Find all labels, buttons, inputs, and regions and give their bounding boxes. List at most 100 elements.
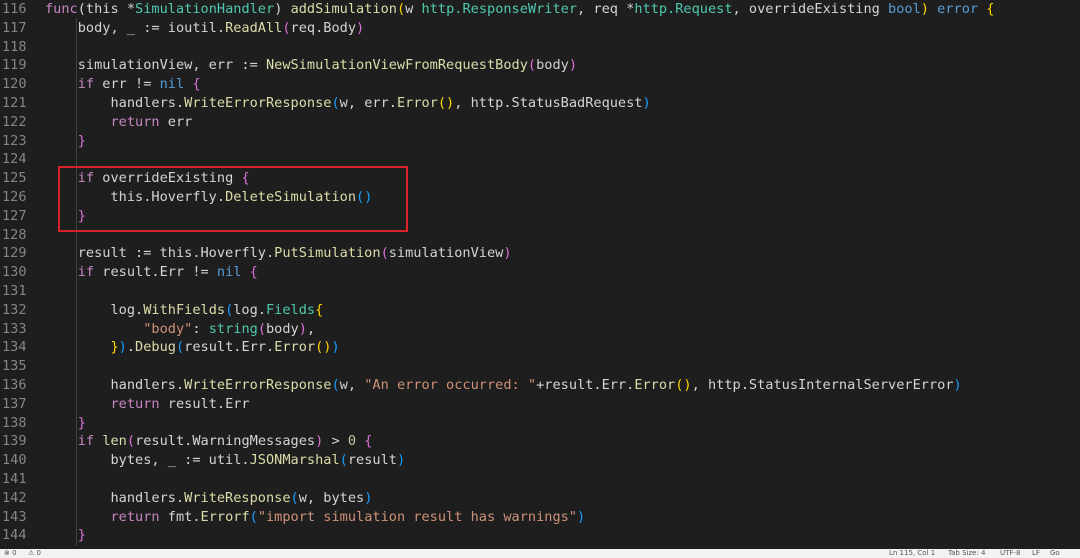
code-token: ) [298,320,307,337]
code-token: log. [233,301,266,318]
code-editor[interactable]: 144 } 143 return fmt.Errorf("import simul… [0,0,1080,549]
status-bar: ⊗ 0 ⚠ 0 Ln 115, Col 1 Tab Size: 4 UTF-8 … [0,549,1080,558]
code-token: ( [380,245,389,262]
code-line[interactable]: 122 return err [0,113,1080,132]
code-token: result.Err. [184,339,275,356]
line-number: 120 [2,76,27,93]
code-line[interactable]: 119 simulationView, err := NewSimulation… [0,56,1080,75]
code-token: http.Request [634,1,733,17]
code-line[interactable]: 117 body, _ := ioutil.ReadAll(req.Body) [0,19,1080,38]
code-line[interactable]: 135 [0,357,1080,376]
code-token: WriteResponse [184,489,291,506]
code-token: ( [175,339,185,356]
code-line[interactable]: 137 return result.Err [0,395,1080,414]
code-line[interactable]: 139 if len(result.WarningMessages) > 0 { [0,432,1080,451]
code-line[interactable]: 121 handlers.WriteErrorResponse(w, err.E… [0,94,1080,113]
code-line[interactable]: 131 [0,282,1080,301]
code-token: result.Err [159,395,250,412]
code-token: ) [568,57,578,74]
code-token: ) [331,339,340,356]
code-line[interactable]: 142 handlers.WriteResponse(w, bytes) [0,489,1080,508]
code-token: ( [257,320,266,337]
code-token: WithFields [143,301,226,318]
code-line[interactable]: 143 return fmt.Errorf("import simulation… [0,508,1080,527]
line-code: return fmt.Errorf("import simulation res… [45,508,585,527]
line-code: } [45,132,86,151]
cursor-position[interactable]: Ln 115, Col 1 [889,549,935,558]
code-token: 0 [347,433,357,450]
language-mode[interactable]: Go [1050,549,1060,558]
line-number: 125 [2,170,27,187]
code-token: Error [396,95,438,111]
code-token: handlers. [45,377,185,393]
code-token: ( [249,508,258,525]
code-line[interactable]: 118 [0,38,1080,57]
code-line[interactable]: 130 if result.Err != nil { [0,263,1080,282]
code-token: nil [216,264,242,281]
line-number: 122 [2,113,27,130]
code-token: result := this.Hoverfly. [45,245,275,262]
code-token: Error [634,377,676,393]
code-line[interactable]: 140 bytes, _ := util.JSONMarshal(result) [0,451,1080,470]
code-token: err [159,113,193,130]
line-code: simulationView, err := NewSimulationView… [45,56,577,75]
errors-count[interactable]: ⊗ 0 [4,549,17,558]
indent-guide [76,18,77,546]
code-line[interactable]: 141 [0,470,1080,489]
line-number: 136 [2,377,27,393]
code-token: { [986,1,995,17]
line-number: 137 [2,395,27,412]
code-line[interactable]: 144 } [0,526,1080,545]
code-token: w [405,1,422,17]
code-token: ) [364,489,373,506]
warnings-count[interactable]: ⚠ 0 [28,549,41,558]
code-line[interactable]: 133 "body": string(body), [0,320,1080,339]
code-token: Error [274,339,316,356]
code-token: ( [282,19,291,36]
code-token: } [77,414,86,431]
line-number: 126 [2,189,27,205]
eol[interactable]: LF [1032,549,1040,558]
code-token: req.Body [290,19,357,36]
line-code: body, _ := ioutil.ReadAll(req.Body) [45,19,364,38]
code-line[interactable]: 134 }).Debug(result.Err.Error()) [0,338,1080,357]
code-token: w, err. [339,95,397,111]
code-line[interactable]: 129 result := this.Hoverfly.PutSimulatio… [0,244,1080,263]
code-token: , http.StatusBadRequest [454,95,643,111]
code-line[interactable]: 132 log.WithFields(log.Fields{ [0,301,1080,320]
line-number: 142 [2,489,27,506]
line-code: func(this *SimulationHandler) addSimulat… [45,0,994,19]
code-token: } [77,527,86,544]
tab-size[interactable]: Tab Size: 4 [948,549,985,558]
code-token: () [315,339,332,356]
line-number: 117 [2,19,27,36]
code-token: , overrideExisting [732,1,889,17]
code-token: { [364,433,373,450]
line-code: if len(result.WarningMessages) > 0 { [45,432,373,451]
highlight-box [58,166,408,232]
code-token: w, bytes [298,489,365,506]
code-line[interactable]: 138 } [0,414,1080,433]
code-token: nil [159,76,185,93]
code-token: handlers. [45,489,185,506]
code-token: if [77,264,95,281]
code-line[interactable]: 116 func(this *SimulationHandler) addSimu… [0,0,1080,19]
code-token: return [110,113,160,130]
code-line[interactable]: 120 if err != nil { [0,75,1080,94]
code-token: body, _ := ioutil. [45,19,226,36]
encoding[interactable]: UTF-8 [1000,549,1020,558]
code-token: ) [920,1,929,17]
line-number: 119 [2,57,27,74]
code-token: addSimulation [290,1,397,17]
line-number: 138 [2,414,27,431]
line-number: 131 [2,283,27,299]
code-line[interactable]: 136 handlers.WriteErrorResponse(w, "An e… [0,376,1080,395]
line-number: 128 [2,226,27,243]
code-line[interactable]: 123 } [0,132,1080,151]
